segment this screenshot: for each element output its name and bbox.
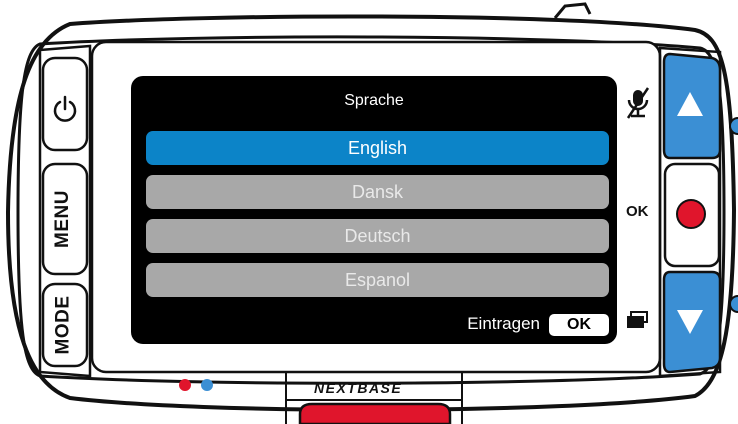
side-indicator-top: [729, 117, 738, 135]
language-option-label: English: [347, 137, 408, 158]
bottom-red-pad: [298, 402, 452, 424]
confirm-ok-button[interactable]: OK: [549, 314, 609, 336]
record-dot-icon[interactable]: [676, 199, 706, 229]
language-option-dansk[interactable]: Dansk: [146, 175, 609, 209]
mode-button-label: MODE: [52, 295, 73, 355]
brand-logo: NEXTBASE: [314, 380, 403, 396]
confirm-label: Eintragen: [467, 314, 540, 333]
language-option-deutsch[interactable]: Deutsch: [146, 219, 609, 253]
led-red: [179, 379, 191, 391]
power-button[interactable]: [40, 58, 86, 150]
ok-label: OK: [626, 203, 649, 220]
lcd-screen: Sprache English Dansk Deutsch Espanol Ei…: [131, 76, 617, 344]
language-option-label: Deutsch: [344, 225, 411, 246]
led-blue: [201, 379, 213, 391]
language-option-espanol[interactable]: Espanol: [146, 263, 609, 297]
language-option-label: Dansk: [351, 181, 404, 202]
language-option-english[interactable]: English: [146, 131, 609, 165]
menu-button-label: MENU: [52, 190, 74, 248]
side-indicator-bottom: [729, 295, 738, 313]
language-option-label: Espanol: [344, 269, 411, 290]
mount-clip: [553, 2, 592, 19]
mode-button[interactable]: MODE: [40, 284, 86, 366]
menu-button[interactable]: MENU: [40, 164, 86, 274]
screen-title: Sprache: [344, 92, 404, 109]
